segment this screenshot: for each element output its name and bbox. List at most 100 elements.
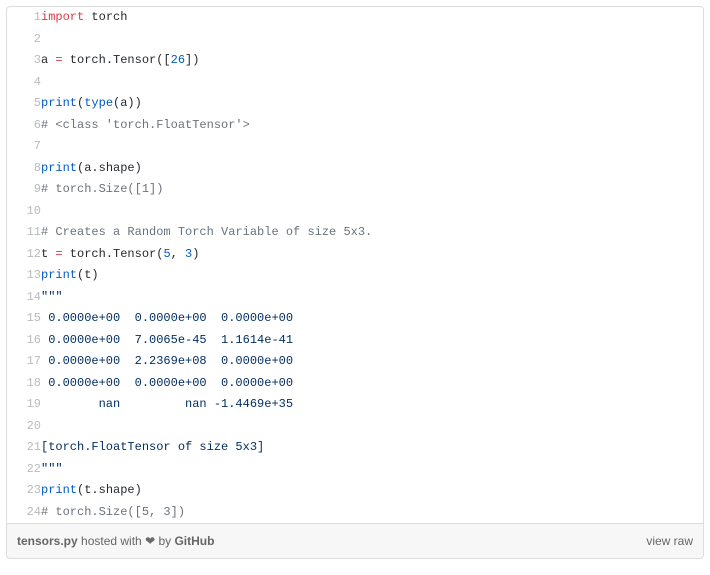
code-cell[interactable]: print(a.shape) — [41, 158, 703, 180]
by-text: by — [155, 534, 174, 548]
code-token: print — [41, 483, 77, 497]
line-number[interactable]: 23 — [7, 480, 41, 502]
code-token: 0.0000e+00 2.2369e+08 0.0000e+00 — [41, 354, 293, 368]
code-row: 2 — [7, 29, 703, 51]
code-table: 1import torch2 3a = torch.Tensor([26])4 … — [7, 7, 703, 523]
code-token: torch.Tensor( — [63, 247, 164, 261]
gist-filename-link[interactable]: tensors.py — [17, 534, 78, 548]
code-row: 16 0.0000e+00 7.0065e-45 1.1614e-41 — [7, 330, 703, 352]
code-token: torch.Tensor([ — [63, 53, 171, 67]
code-cell[interactable] — [41, 29, 703, 51]
line-number[interactable]: 5 — [7, 93, 41, 115]
github-link[interactable]: GitHub — [174, 534, 214, 548]
gist-meta-left: tensors.py hosted with ❤ by GitHub — [17, 534, 214, 548]
code-cell[interactable]: import torch — [41, 7, 703, 29]
code-token: ]) — [185, 53, 199, 67]
line-number[interactable]: 12 — [7, 244, 41, 266]
code-token: nan nan -1.4469e+35 — [41, 397, 293, 411]
line-number[interactable]: 4 — [7, 72, 41, 94]
code-cell[interactable]: nan nan -1.4469e+35 — [41, 394, 703, 416]
code-row: 3a = torch.Tensor([26]) — [7, 50, 703, 72]
code-row: 11# Creates a Random Torch Variable of s… — [7, 222, 703, 244]
code-cell[interactable]: print(type(a)) — [41, 93, 703, 115]
code-row: 14""" — [7, 287, 703, 309]
code-row: 17 0.0000e+00 2.2369e+08 0.0000e+00 — [7, 351, 703, 373]
code-row: 1import torch — [7, 7, 703, 29]
code-row: 20 — [7, 416, 703, 438]
code-token: a — [41, 53, 55, 67]
code-row: 10 — [7, 201, 703, 223]
view-raw-link[interactable]: view raw — [646, 534, 693, 548]
code-token: # <class 'torch.FloatTensor'> — [41, 118, 250, 132]
code-cell[interactable]: t = torch.Tensor(5, 3) — [41, 244, 703, 266]
line-number[interactable]: 10 — [7, 201, 41, 223]
line-number[interactable]: 19 — [7, 394, 41, 416]
code-row: 24# torch.Size([5, 3]) — [7, 502, 703, 524]
code-token: , — [171, 247, 185, 261]
line-number[interactable]: 6 — [7, 115, 41, 137]
code-token: import — [41, 10, 91, 24]
line-number[interactable]: 22 — [7, 459, 41, 481]
line-number[interactable]: 9 — [7, 179, 41, 201]
code-token: = — [55, 247, 62, 261]
code-cell[interactable] — [41, 201, 703, 223]
code-token: [torch.FloatTensor of size 5x3] — [41, 440, 264, 454]
code-cell[interactable]: 0.0000e+00 2.2369e+08 0.0000e+00 — [41, 351, 703, 373]
line-number[interactable]: 16 — [7, 330, 41, 352]
line-number[interactable]: 3 — [7, 50, 41, 72]
code-row: 4 — [7, 72, 703, 94]
code-token: print — [41, 161, 77, 175]
code-cell[interactable] — [41, 416, 703, 438]
line-number[interactable]: 17 — [7, 351, 41, 373]
code-token: # Creates a Random Torch Variable of siz… — [41, 225, 372, 239]
code-token: ) — [192, 247, 199, 261]
code-token: 0.0000e+00 0.0000e+00 0.0000e+00 — [41, 311, 293, 325]
code-cell[interactable]: print(t) — [41, 265, 703, 287]
code-token: 5 — [163, 247, 170, 261]
line-number[interactable]: 18 — [7, 373, 41, 395]
code-token: 0.0000e+00 0.0000e+00 0.0000e+00 — [41, 376, 293, 390]
line-number[interactable]: 7 — [7, 136, 41, 158]
code-cell[interactable]: """ — [41, 459, 703, 481]
code-row: 8print(a.shape) — [7, 158, 703, 180]
gist-meta-right: view raw — [646, 534, 693, 548]
code-row: 23print(t.shape) — [7, 480, 703, 502]
code-cell[interactable] — [41, 72, 703, 94]
gist-container: 1import torch2 3a = torch.Tensor([26])4 … — [6, 6, 704, 559]
code-cell[interactable]: # <class 'torch.FloatTensor'> — [41, 115, 703, 137]
code-cell[interactable]: a = torch.Tensor([26]) — [41, 50, 703, 72]
code-cell[interactable]: 0.0000e+00 7.0065e-45 1.1614e-41 — [41, 330, 703, 352]
code-cell[interactable]: # torch.Size([1]) — [41, 179, 703, 201]
heart-icon: ❤ — [145, 534, 155, 548]
code-token: print — [41, 268, 77, 282]
code-cell[interactable]: """ — [41, 287, 703, 309]
code-token: t — [41, 247, 55, 261]
code-token: (t) — [77, 268, 99, 282]
code-token: type — [84, 96, 113, 110]
code-row: 5print(type(a)) — [7, 93, 703, 115]
code-cell[interactable]: print(t.shape) — [41, 480, 703, 502]
code-row: 7 — [7, 136, 703, 158]
line-number[interactable]: 2 — [7, 29, 41, 51]
line-number[interactable]: 13 — [7, 265, 41, 287]
code-token: (t.shape) — [77, 483, 142, 497]
code-cell[interactable]: [torch.FloatTensor of size 5x3] — [41, 437, 703, 459]
code-token: 0.0000e+00 7.0065e-45 1.1614e-41 — [41, 333, 293, 347]
code-cell[interactable]: # Creates a Random Torch Variable of siz… — [41, 222, 703, 244]
code-cell[interactable]: 0.0000e+00 0.0000e+00 0.0000e+00 — [41, 308, 703, 330]
code-cell[interactable]: # torch.Size([5, 3]) — [41, 502, 703, 524]
line-number[interactable]: 24 — [7, 502, 41, 524]
code-token: """ — [41, 290, 63, 304]
code-cell[interactable] — [41, 136, 703, 158]
line-number[interactable]: 8 — [7, 158, 41, 180]
line-number[interactable]: 14 — [7, 287, 41, 309]
code-token: (a)) — [113, 96, 142, 110]
code-cell[interactable]: 0.0000e+00 0.0000e+00 0.0000e+00 — [41, 373, 703, 395]
line-number[interactable]: 15 — [7, 308, 41, 330]
line-number[interactable]: 21 — [7, 437, 41, 459]
code-token: = — [55, 53, 62, 67]
line-number[interactable]: 11 — [7, 222, 41, 244]
code-token: (a.shape) — [77, 161, 142, 175]
line-number[interactable]: 1 — [7, 7, 41, 29]
line-number[interactable]: 20 — [7, 416, 41, 438]
